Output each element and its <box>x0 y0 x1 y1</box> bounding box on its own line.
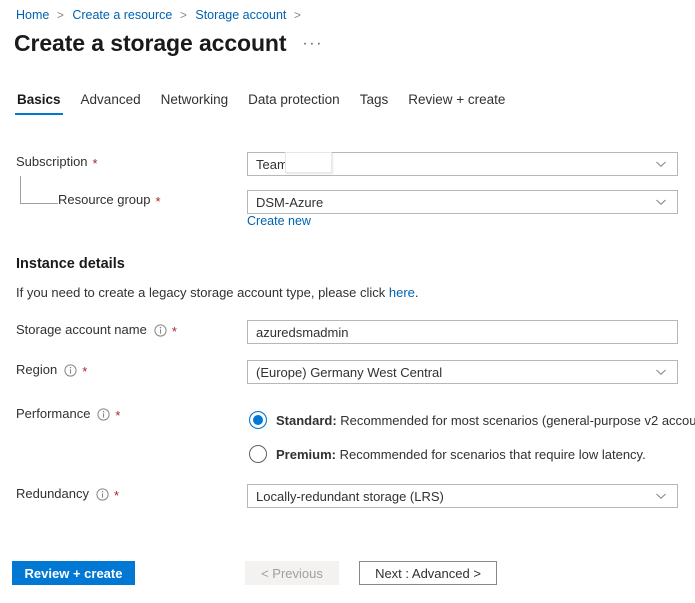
chevron-down-icon <box>655 196 667 208</box>
redundancy-dropdown[interactable]: Locally-redundant storage (LRS) <box>247 484 678 508</box>
required-asterisk: * <box>92 155 98 171</box>
tab-networking[interactable]: Networking <box>151 92 239 115</box>
info-icon[interactable] <box>64 363 77 377</box>
legacy-note-prefix: If you need to create a legacy storage a… <box>16 285 389 300</box>
redundancy-value: Locally-redundant storage (LRS) <box>256 488 444 504</box>
region-label-text: Region <box>16 362 58 377</box>
breadcrumb: Home > Create a resource > Storage accou… <box>16 6 306 24</box>
region-label: Region * <box>16 360 87 380</box>
performance-option-standard-strong: Standard: <box>276 412 337 428</box>
tab-review-create[interactable]: Review + create <box>398 92 515 115</box>
breadcrumb-separator-icon: > <box>293 8 301 22</box>
breadcrumb-item-create-a-resource[interactable]: Create a resource <box>72 8 172 22</box>
previous-button: < Previous <box>245 561 339 585</box>
required-asterisk: * <box>115 407 121 423</box>
subscription-label-text: Subscription <box>16 154 88 169</box>
radio-unselected-icon <box>249 445 267 463</box>
breadcrumb-item-home[interactable]: Home <box>16 8 49 22</box>
required-asterisk: * <box>171 323 177 339</box>
performance-option-premium[interactable]: Premium: Recommended for scenarios that … <box>249 445 646 463</box>
required-asterisk: * <box>82 363 88 379</box>
required-asterisk: * <box>114 487 120 503</box>
performance-label-text: Performance <box>16 406 91 421</box>
tab-bar: Basics Advanced Networking Data protecti… <box>7 92 515 115</box>
breadcrumb-separator-icon: > <box>179 8 187 22</box>
region-dropdown[interactable]: (Europe) Germany West Central <box>247 360 678 384</box>
info-icon[interactable] <box>97 407 111 421</box>
legacy-note: If you need to create a legacy storage a… <box>16 285 419 300</box>
radio-selected-icon <box>249 411 267 429</box>
resource-group-dropdown[interactable]: DSM-Azure <box>247 190 678 214</box>
performance-option-standard-text: Standard: Recommended for most scenarios… <box>276 413 695 428</box>
region-value: (Europe) Germany West Central <box>256 364 443 380</box>
redundancy-label: Redundancy * <box>16 484 119 504</box>
more-menu-icon[interactable]: ··· <box>302 35 322 53</box>
legacy-note-suffix: . <box>414 285 419 300</box>
chevron-down-icon <box>655 158 667 170</box>
region-row: Region * (Europe) Germany West Central <box>0 360 695 384</box>
storage-account-name-input[interactable]: azuredsmadmin <box>247 320 678 344</box>
subscription-label: Subscription * <box>16 152 98 172</box>
subscription-row: Subscription * Team <box>0 152 695 176</box>
resource-group-row: Resource group * DSM-Azure <box>0 190 695 214</box>
breadcrumb-separator-icon: > <box>56 8 64 22</box>
storage-account-name-row: Storage account name * azuredsmadmin <box>0 320 695 344</box>
tab-tags[interactable]: Tags <box>350 92 399 115</box>
performance-label: Performance * <box>16 404 120 424</box>
tab-basics[interactable]: Basics <box>7 92 71 115</box>
resource-group-label: Resource group * <box>58 190 161 210</box>
page-title: Create a storage account <box>14 30 287 56</box>
create-storage-account-page: Home > Create a resource > Storage accou… <box>0 0 695 603</box>
chevron-down-icon <box>655 366 667 378</box>
storage-account-name-label: Storage account name * <box>16 320 177 340</box>
performance-option-premium-strong: Premium: <box>276 446 336 462</box>
chevron-down-icon <box>655 490 667 502</box>
title-row: Create a storage account ··· <box>14 30 323 57</box>
review-create-button[interactable]: Review + create <box>12 561 135 585</box>
legacy-here-link[interactable]: here <box>389 285 415 300</box>
performance-option-premium-desc: Recommended for scenarios that require l… <box>335 446 646 462</box>
info-icon[interactable] <box>154 323 167 337</box>
resource-group-label-text: Resource group <box>58 192 151 207</box>
instance-details-heading: Instance details <box>16 256 125 272</box>
required-asterisk: * <box>155 193 161 209</box>
redaction-overlay <box>285 152 332 173</box>
create-new-resource-group-link[interactable]: Create new <box>247 214 311 228</box>
performance-option-premium-text: Premium: Recommended for scenarios that … <box>276 447 646 462</box>
redundancy-row: Redundancy * Locally-redundant storage (… <box>0 484 695 508</box>
tab-data-protection[interactable]: Data protection <box>238 92 350 115</box>
info-icon[interactable] <box>96 487 109 501</box>
redundancy-label-text: Redundancy <box>16 486 89 501</box>
storage-account-name-label-text: Storage account name <box>16 322 147 337</box>
performance-option-standard[interactable]: Standard: Recommended for most scenarios… <box>249 411 695 429</box>
performance-option-standard-desc: Recommended for most scenarios (general-… <box>336 412 695 428</box>
resource-group-value: DSM-Azure <box>256 194 324 210</box>
breadcrumb-item-storage-account[interactable]: Storage account <box>195 8 286 22</box>
tab-advanced[interactable]: Advanced <box>71 92 151 115</box>
storage-account-name-value: azuredsmadmin <box>256 324 349 340</box>
next-advanced-button[interactable]: Next : Advanced > <box>359 561 497 585</box>
